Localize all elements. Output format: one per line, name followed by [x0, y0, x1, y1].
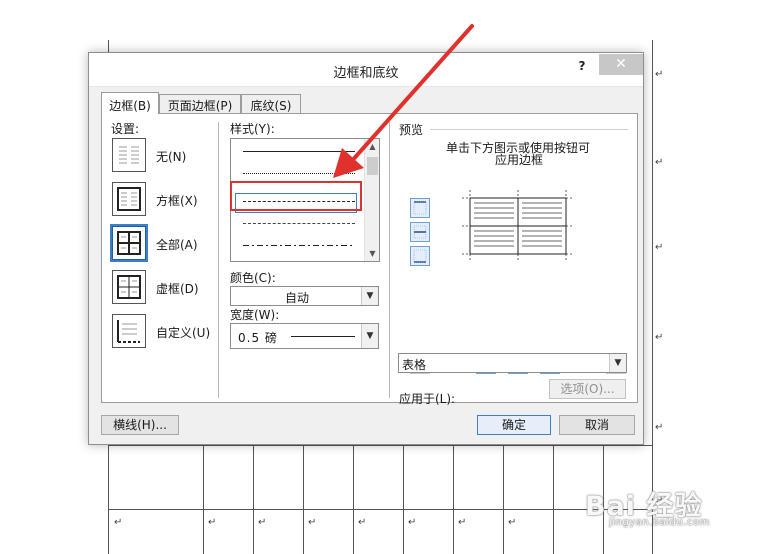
- paragraph-mark: ↵: [655, 332, 664, 343]
- cell-mark: ↵: [408, 517, 417, 528]
- cell-mark: ↵: [358, 517, 367, 528]
- chevron-down-icon[interactable]: ▼: [361, 324, 378, 348]
- title-bar: 边框和底纹 ? ✕: [89, 53, 643, 87]
- border-grid-icon: [117, 275, 141, 299]
- dialog-title: 边框和底纹: [333, 66, 399, 81]
- cell-mark: ↵: [258, 517, 267, 528]
- apply-to-label: 应用于(L):: [399, 392, 456, 406]
- setting-box-button[interactable]: [112, 182, 146, 216]
- border-none-icon: [119, 146, 139, 164]
- style-option-dotted[interactable]: [243, 173, 355, 174]
- border-box-icon: [117, 187, 141, 211]
- tab-borders[interactable]: 边框(B): [101, 92, 159, 114]
- table-row-line: [108, 445, 653, 446]
- cancel-button[interactable]: 取消: [559, 415, 635, 435]
- bottom-border-button[interactable]: [410, 246, 430, 266]
- paragraph-mark: ↵: [655, 242, 664, 253]
- style-separator: [389, 122, 390, 398]
- color-label: 颜色(C):: [230, 271, 276, 285]
- setting-box-label: 方框(X): [156, 194, 198, 208]
- setting-none-label: 无(N): [156, 150, 187, 164]
- settings-separator: [218, 122, 219, 398]
- paragraph-mark: ↵: [655, 69, 664, 80]
- setting-grid-button[interactable]: [112, 270, 146, 304]
- inside-horizontal-button[interactable]: [410, 222, 430, 242]
- horizontal-line-button[interactable]: 横线(H)...: [101, 415, 179, 435]
- setting-all-button[interactable]: [110, 224, 148, 262]
- border-custom-icon: [117, 320, 140, 343]
- ok-button[interactable]: 确定: [477, 415, 551, 435]
- table-column-line: [503, 445, 504, 554]
- cell-mark: ↵: [458, 517, 467, 528]
- table-column-line: [353, 445, 354, 554]
- table-column-line: [203, 445, 204, 554]
- style-list-scrollbar[interactable]: ▲ ▼: [364, 139, 379, 261]
- style-option-dash-dot[interactable]: [243, 245, 355, 246]
- apply-to-dropdown[interactable]: 表格 ▼: [398, 353, 627, 373]
- setting-all-label: 全部(A): [156, 238, 198, 252]
- watermark-sub: jingyan.baidu.com: [609, 517, 710, 528]
- style-option-dash[interactable]: [243, 223, 355, 224]
- preview-heading: 预览: [399, 123, 424, 137]
- chevron-down-icon[interactable]: ▼: [361, 287, 378, 305]
- color-value: 自动: [285, 291, 310, 305]
- scroll-up-icon[interactable]: ▲: [365, 139, 380, 154]
- preview-heading-rule: [430, 129, 628, 130]
- style-option-solid[interactable]: [243, 151, 355, 152]
- settings-heading: 设置:: [111, 122, 140, 136]
- setting-none-button[interactable]: [112, 138, 146, 172]
- width-label: 宽度(W):: [230, 308, 280, 322]
- scroll-thumb[interactable]: [367, 157, 378, 175]
- top-border-icon: [413, 201, 427, 215]
- chevron-down-icon[interactable]: ▼: [609, 354, 626, 372]
- width-dropdown[interactable]: 0.5 磅 ▼: [230, 323, 379, 349]
- setting-custom-label: 自定义(U): [156, 326, 211, 340]
- tab-shading[interactable]: 底纹(S): [241, 94, 301, 114]
- border-preview-diagram[interactable]: [454, 180, 579, 276]
- inside-horizontal-icon: [413, 225, 427, 239]
- options-button[interactable]: 选项(O)...: [549, 379, 626, 399]
- color-dropdown[interactable]: 自动 ▼: [230, 286, 379, 306]
- paragraph-mark: ↵: [655, 157, 664, 168]
- setting-custom-button[interactable]: [112, 314, 146, 348]
- table-column-line: [453, 445, 454, 554]
- scroll-down-icon[interactable]: ▼: [365, 246, 380, 261]
- borders-and-shading-dialog: 边框和底纹 ? ✕ 边框(B) 页面边框(P) 底纹(S) 设置: 无(N) 方…: [88, 52, 644, 445]
- cell-mark: ↵: [114, 517, 123, 528]
- apply-to-value: 表格: [402, 358, 427, 372]
- page-right-edge: [652, 40, 653, 554]
- tab-page-border[interactable]: 页面边框(P): [159, 94, 241, 114]
- table-column-line: [403, 445, 404, 554]
- table-row-line: [108, 509, 653, 510]
- style-heading: 样式(Y):: [230, 122, 275, 136]
- paragraph-mark: ↵: [655, 422, 664, 433]
- help-button[interactable]: ?: [575, 59, 589, 75]
- bottom-border-icon: [413, 249, 427, 263]
- table-column-line: [553, 445, 554, 554]
- top-border-button[interactable]: [410, 198, 430, 218]
- table-column-line: [303, 445, 304, 554]
- baidu-jingyan-watermark: Bai 经验 jingyan.baidu.com: [577, 484, 727, 534]
- width-value: 0.5 磅: [238, 331, 278, 345]
- cell-mark: ↵: [308, 517, 317, 528]
- border-all-icon: [117, 231, 141, 255]
- cell-mark: ↵: [208, 517, 217, 528]
- table-column-line: [253, 445, 254, 554]
- preview-hint-line2: 应用边框: [495, 153, 544, 167]
- setting-grid-label: 虚框(D): [156, 282, 199, 296]
- close-button[interactable]: ✕: [599, 54, 643, 75]
- style-highlight-box: [230, 181, 362, 211]
- width-line-sample: [291, 336, 355, 337]
- cell-mark: ↵: [508, 517, 517, 528]
